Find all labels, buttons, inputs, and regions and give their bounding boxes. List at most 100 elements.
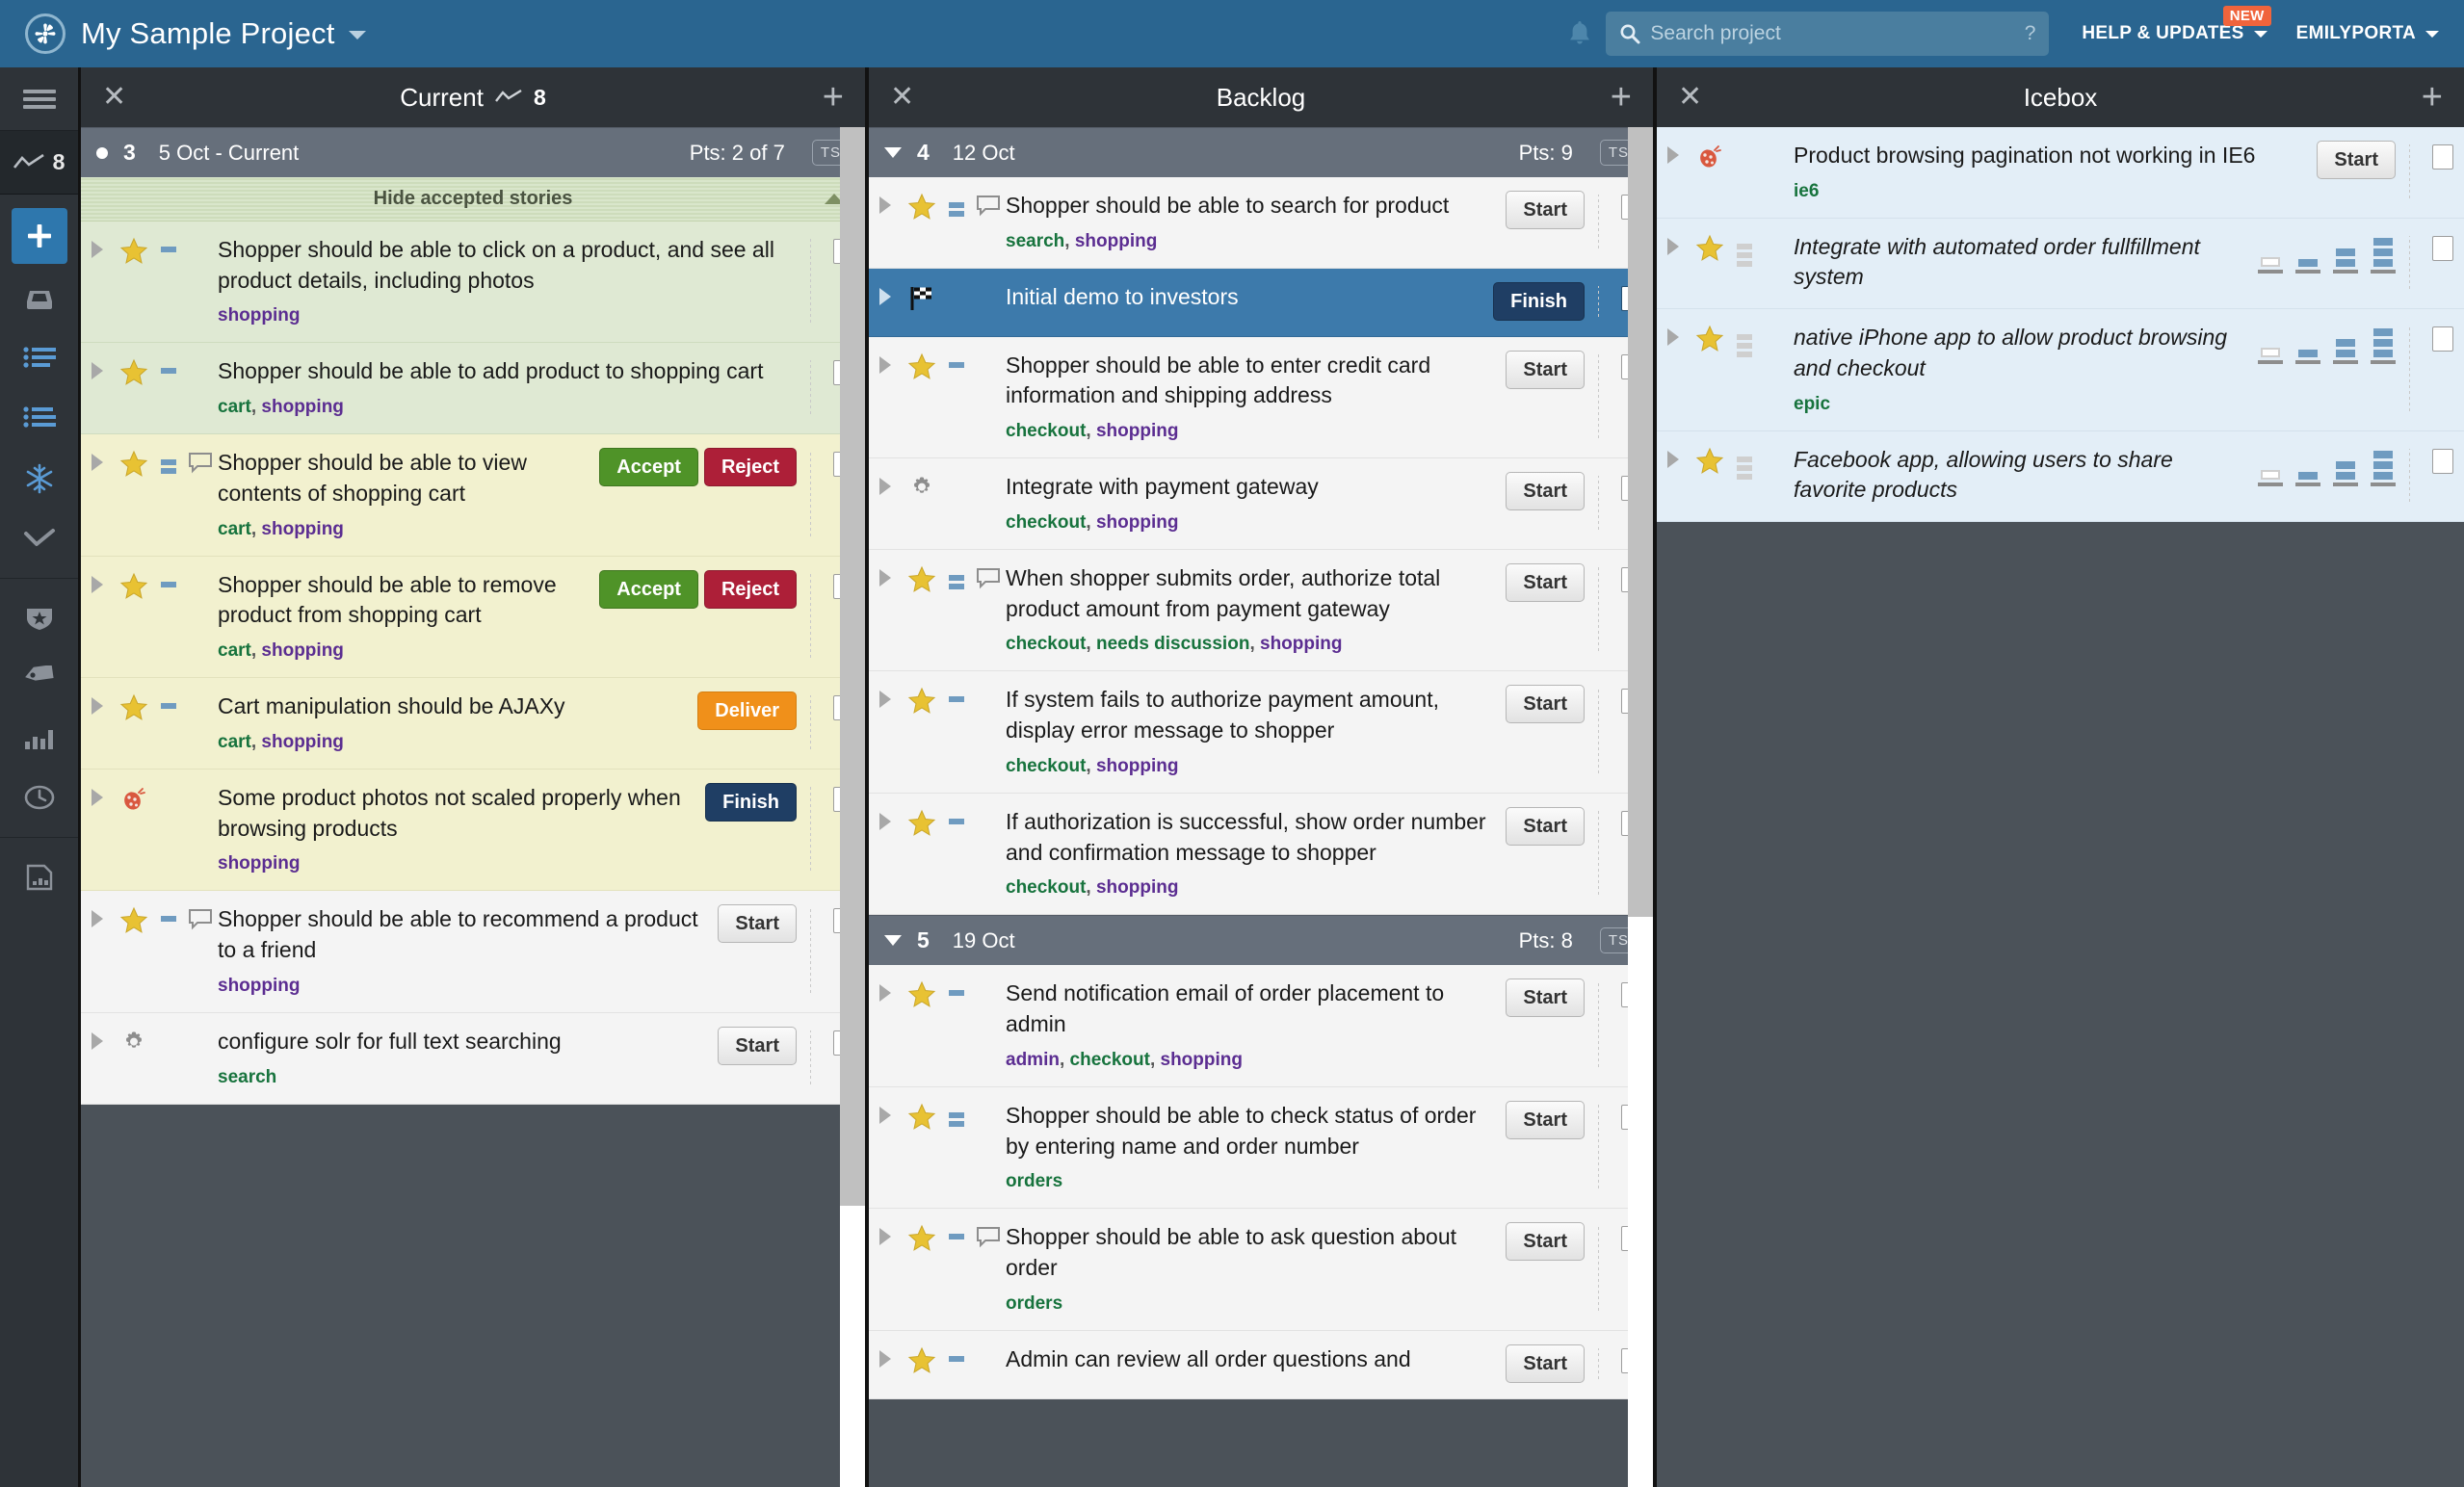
story-estimate-wrapper[interactable] <box>1730 445 1759 480</box>
story-label[interactable]: orders <box>1006 1293 1062 1314</box>
feature-star-icon[interactable] <box>119 237 148 266</box>
chevron-right-icon[interactable] <box>92 575 103 593</box>
chevron-right-icon[interactable] <box>92 788 103 806</box>
story-title[interactable]: Shopper should be able to click on a pro… <box>218 235 779 296</box>
story-title[interactable]: Cart manipulation should be AJAXy <box>218 691 680 722</box>
story-title[interactable]: Shopper should be able to remove product… <box>218 570 582 631</box>
story-label[interactable]: orders <box>1006 1171 1062 1191</box>
iteration-header[interactable]: 5 19 Oct Pts: 8 TS <box>869 915 1653 966</box>
story-label[interactable]: shopping <box>1096 421 1178 441</box>
story-title[interactable]: Shopper should be able to ask question a… <box>1006 1222 1488 1283</box>
story-title[interactable]: When shopper submits order, authorize to… <box>1006 563 1488 624</box>
sidebar-item-my-work[interactable] <box>0 270 78 329</box>
chevron-right-icon[interactable] <box>1667 450 1679 468</box>
feature-star-icon[interactable] <box>119 358 148 387</box>
story-label[interactable]: checkout <box>1006 421 1086 441</box>
notification-bell-icon[interactable] <box>1554 19 1606 48</box>
comment-icon[interactable] <box>976 195 1001 218</box>
estimate-option-1[interactable] <box>2295 350 2320 365</box>
story-label[interactable]: checkout <box>1006 877 1086 898</box>
estimate-option-0[interactable] <box>2258 256 2283 274</box>
story-type-icon-wrapper[interactable] <box>902 978 942 1009</box>
sidebar-item-reports[interactable] <box>0 848 78 907</box>
story-estimate-wrapper[interactable] <box>942 563 971 589</box>
story-title[interactable]: Shopper should be able to enter credit c… <box>1006 351 1488 411</box>
story-estimate-wrapper[interactable] <box>942 282 971 294</box>
story-row[interactable]: Shopper should be able to search for pro… <box>869 177 1653 269</box>
story-checkbox[interactable] <box>2432 326 2453 352</box>
story-type-icon-wrapper[interactable] <box>114 1027 154 1056</box>
story-label[interactable]: search <box>1006 231 1064 251</box>
story-type-icon-wrapper[interactable] <box>114 570 154 601</box>
story-title[interactable]: If authorization is successful, show ord… <box>1006 807 1488 868</box>
story-label[interactable]: shopping <box>218 853 300 874</box>
estimate-option-0[interactable] <box>2258 348 2283 365</box>
story-estimate-wrapper[interactable] <box>154 904 183 923</box>
chevron-right-icon[interactable] <box>92 362 103 380</box>
comment-icon[interactable] <box>976 567 1001 590</box>
story-expand-toggle[interactable] <box>1657 445 1690 468</box>
story-row[interactable]: Some product photos not scaled properly … <box>81 769 865 892</box>
chevron-right-icon[interactable] <box>1667 146 1679 164</box>
start-button[interactable]: Start <box>1506 191 1585 229</box>
chore-gear-icon[interactable] <box>908 474 935 501</box>
story-row[interactable]: Integrate with automated order fullfillm… <box>1657 218 2464 310</box>
story-label[interactable]: shopping <box>218 305 300 326</box>
plus-icon[interactable]: + <box>823 79 844 115</box>
start-button[interactable]: Start <box>1506 978 1585 1018</box>
search-help-icon[interactable]: ? <box>2017 22 2036 45</box>
story-title[interactable]: configure solr for full text searching <box>218 1027 700 1057</box>
story-title[interactable]: Some product photos not scaled properly … <box>218 783 688 844</box>
story-checkbox[interactable] <box>2432 448 2453 474</box>
story-row[interactable]: Shopper should be able to ask question a… <box>869 1209 1653 1331</box>
start-button[interactable]: Start <box>1506 350 1585 389</box>
story-type-icon-wrapper[interactable] <box>902 685 942 716</box>
release-flag-icon[interactable] <box>907 284 936 313</box>
sidebar-item-icebox[interactable] <box>0 449 78 509</box>
story-expand-toggle[interactable] <box>869 191 902 214</box>
chevron-right-icon[interactable] <box>879 984 891 1003</box>
story-expand-toggle[interactable] <box>81 783 114 806</box>
hide-accepted-bar[interactable]: Hide accepted stories <box>81 177 865 222</box>
close-icon[interactable]: ✕ <box>890 83 914 112</box>
story-estimate-wrapper[interactable] <box>1730 141 1759 152</box>
story-title[interactable]: Facebook app, allowing users to share fa… <box>1794 445 2241 506</box>
feature-star-icon[interactable] <box>907 352 936 381</box>
story-expand-toggle[interactable] <box>869 1344 902 1368</box>
chevron-right-icon[interactable] <box>879 355 891 374</box>
scrollbar-backlog[interactable] <box>1628 127 1653 1487</box>
story-row[interactable]: Shopper should be able to click on a pro… <box>81 222 865 344</box>
story-expand-toggle[interactable] <box>869 978 902 1003</box>
story-estimate-wrapper[interactable] <box>942 807 971 824</box>
feature-star-icon[interactable] <box>907 1346 936 1375</box>
hamburger-menu-icon[interactable] <box>0 67 78 131</box>
story-expand-toggle[interactable] <box>869 472 902 496</box>
story-label[interactable]: shopping <box>1096 877 1178 898</box>
feature-star-icon[interactable] <box>1695 447 1724 476</box>
sidebar-item-analytics[interactable] <box>0 708 78 768</box>
story-expand-toggle[interactable] <box>869 807 902 830</box>
bug-icon[interactable] <box>119 785 148 814</box>
story-label[interactable]: admin <box>1006 1050 1060 1070</box>
estimate-option-3[interactable] <box>2371 450 2396 486</box>
story-title[interactable]: Shopper should be able to recommend a pr… <box>218 904 700 965</box>
story-title[interactable]: Send notification email of order placeme… <box>1006 978 1488 1039</box>
story-row[interactable]: Shopper should be able to check status o… <box>869 1086 1653 1210</box>
story-label[interactable]: shopping <box>1096 512 1178 533</box>
chevron-down-icon[interactable] <box>348 31 366 40</box>
story-type-icon-wrapper[interactable] <box>114 448 154 479</box>
start-button[interactable]: Start <box>718 904 797 944</box>
story-type-icon-wrapper[interactable] <box>902 282 942 313</box>
story-expand-toggle[interactable] <box>81 356 114 380</box>
start-button[interactable]: Start <box>1506 562 1585 602</box>
estimate-option-2[interactable] <box>2333 248 2358 274</box>
story-label[interactable]: shopping <box>1096 756 1178 776</box>
close-icon[interactable]: ✕ <box>102 83 126 112</box>
story-row[interactable]: Initial demo to investors Finish <box>869 268 1653 337</box>
story-label[interactable]: cart <box>218 640 251 661</box>
estimate-option-2[interactable] <box>2333 460 2358 486</box>
story-expand-toggle[interactable] <box>81 1027 114 1050</box>
sidebar-item-epics[interactable] <box>0 588 78 648</box>
story-title[interactable]: Shopper should be able to check status o… <box>1006 1101 1488 1161</box>
story-type-icon-wrapper[interactable] <box>902 1344 942 1375</box>
